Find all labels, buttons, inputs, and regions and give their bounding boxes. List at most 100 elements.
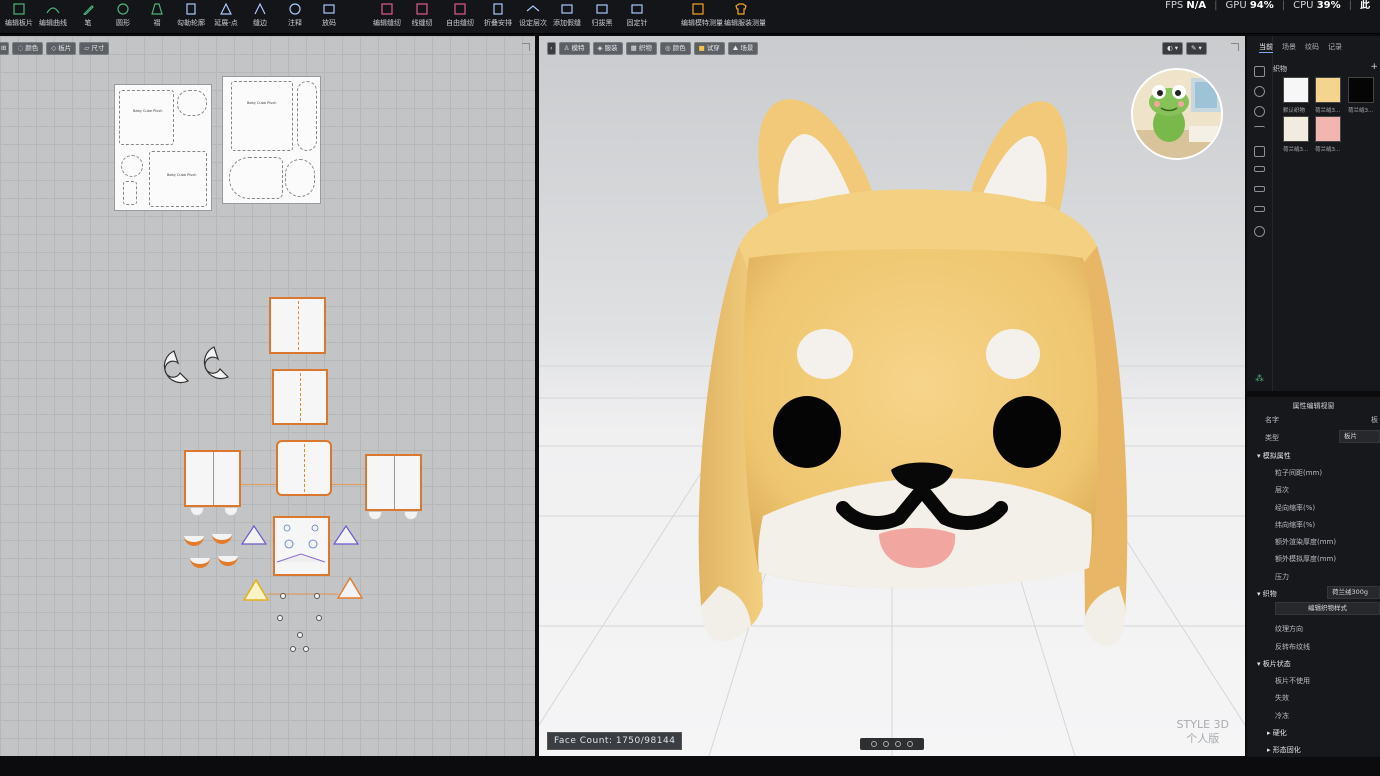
- binding-icon[interactable]: [1254, 186, 1265, 192]
- graphic-icon[interactable]: [1254, 206, 1265, 212]
- fabric-icon[interactable]: [1254, 86, 1265, 97]
- zipper-icon[interactable]: [1254, 166, 1265, 172]
- reference-sheet-2[interactable]: Baby Cube Plush: [222, 76, 321, 204]
- garment-3d-view[interactable]: ‹ ♙ 模特 ◈ 服装 ▦ 织物 ◎ 颜色 ■ 试穿 ⛰ 场景 ◐ ▾ ✎ ▾: [539, 36, 1245, 756]
- leg-piece-4[interactable]: [404, 511, 418, 520]
- pattern-node[interactable]: [280, 593, 286, 599]
- pattern-node[interactable]: [314, 593, 320, 599]
- pattern-2d-view[interactable]: ⊞ ◌ 颜色 ◇ 板片 ▱ 尺寸 Baby Cube Plush Baby Cu…: [0, 36, 537, 756]
- tree-icon[interactable]: ⁂: [1255, 374, 1264, 384]
- tool-grading-button[interactable]: 放码: [312, 2, 346, 32]
- sim-section-header[interactable]: ▾ 模拟属性: [1257, 451, 1291, 461]
- tool-edit-pattern-button[interactable]: 编辑板片: [2, 2, 36, 32]
- fabric-swatch-black[interactable]: [1348, 77, 1374, 103]
- small-triangle-pieces[interactable]: [240, 524, 370, 614]
- tool-shrink-button[interactable]: 归拔黑: [585, 2, 619, 32]
- shape-harden-section-header[interactable]: ▸ 形态固化: [1267, 745, 1301, 755]
- view3d-scene-button[interactable]: ⛰ 场景: [727, 42, 759, 55]
- shiba-cube-plush-model[interactable]: [679, 86, 1139, 656]
- tool-edit-sewing-button[interactable]: 编辑缝纫: [370, 2, 404, 32]
- tab-history[interactable]: 记录: [1328, 42, 1342, 53]
- user-avatar[interactable]: [1131, 68, 1223, 160]
- tab-scene[interactable]: 场景: [1282, 42, 1296, 53]
- view3d-menu-button[interactable]: ‹: [547, 42, 556, 55]
- view3d-garment-button[interactable]: ◈ 服装: [592, 42, 623, 55]
- type-select[interactable]: 板片: [1339, 430, 1380, 443]
- view3d-fabric-button[interactable]: ▦ 织物: [625, 42, 657, 55]
- pattern-node[interactable]: [297, 632, 303, 638]
- pattern-state-section-header[interactable]: ▾ 板片状态: [1257, 659, 1291, 669]
- play-dot-icon[interactable]: [907, 741, 913, 747]
- play-dot-icon[interactable]: [883, 741, 889, 747]
- trim-icon[interactable]: [1254, 146, 1265, 157]
- tool-edit-garment-measure-button[interactable]: 编辑服装测量: [724, 2, 766, 32]
- tool-add-tack-button[interactable]: 添加假缝: [550, 2, 584, 32]
- reference-sheet-1[interactable]: Baby Cube Plush Baby Cube Plush: [114, 84, 212, 211]
- pattern-node[interactable]: [303, 646, 309, 652]
- tool-circle-button[interactable]: 圆形: [106, 2, 140, 32]
- tab-current[interactable]: 当前: [1259, 42, 1273, 53]
- fabric-swatch-pink[interactable]: [1315, 116, 1341, 142]
- disable-label[interactable]: 失效: [1275, 693, 1289, 703]
- view2d-color-button[interactable]: ◌ 颜色: [12, 42, 44, 55]
- tab-grading[interactable]: 纹码: [1305, 42, 1319, 53]
- paw-piece-1[interactable]: [184, 536, 204, 546]
- tool-pen-button[interactable]: 笔: [71, 2, 105, 32]
- pattern-piece-top[interactable]: [269, 297, 326, 354]
- freeze-label[interactable]: 冷冻: [1275, 711, 1289, 721]
- camera-mode-button[interactable]: ◐ ▾: [1162, 42, 1184, 55]
- topstitch-icon[interactable]: [1254, 126, 1265, 137]
- paw-piece-4[interactable]: [218, 556, 238, 566]
- button-icon[interactable]: [1254, 106, 1265, 117]
- pattern-node[interactable]: [316, 615, 322, 621]
- pattern-piece-left-side[interactable]: [184, 450, 241, 507]
- view3d-avatar-button[interactable]: ♙ 模特: [558, 42, 590, 55]
- view2d-pattern-button[interactable]: ◇ 板片: [46, 42, 77, 55]
- edit-fabric-style-button[interactable]: 编辑织物样式: [1275, 602, 1380, 615]
- leg-piece-3[interactable]: [368, 511, 382, 520]
- tool-pleat-button[interactable]: 褶: [140, 2, 174, 32]
- paw-piece-3[interactable]: [190, 558, 210, 568]
- tool-seam-allowance-button[interactable]: 缝边: [243, 2, 277, 32]
- fabric-select[interactable]: 荷兰绒300g: [1327, 586, 1380, 599]
- view3d-color-button[interactable]: ◎ 颜色: [659, 42, 691, 55]
- pattern-node[interactable]: [277, 615, 283, 621]
- fabric-swatch-default[interactable]: [1283, 77, 1309, 103]
- view3d-tryon-button[interactable]: ■ 试穿: [693, 42, 725, 55]
- pattern-piece-right-side[interactable]: [365, 454, 422, 511]
- tool-line-sewing-button[interactable]: 线缝纫: [405, 2, 439, 32]
- tool-trace-outline-button[interactable]: 勾勒轮廓: [174, 2, 208, 32]
- fabric-swatch-cream[interactable]: [1283, 116, 1309, 142]
- paw-piece-2[interactable]: [212, 534, 232, 544]
- tool-fold-arrange-button[interactable]: 折叠安排: [481, 2, 515, 32]
- fabric-section-header[interactable]: ▾ 织物: [1257, 589, 1277, 599]
- pattern-node[interactable]: [290, 646, 296, 652]
- harden-section-header[interactable]: ▸ 硬化: [1267, 728, 1287, 738]
- tool-edit-avatar-measure-button[interactable]: 编辑模特测量: [681, 2, 723, 32]
- play-dot-icon[interactable]: [871, 741, 877, 747]
- tool-set-layer-button[interactable]: 设定层次: [516, 2, 550, 32]
- fabric-swatch-yellow[interactable]: [1315, 77, 1341, 103]
- pattern-piece-back[interactable]: [272, 369, 328, 425]
- play-dot-icon[interactable]: [895, 741, 901, 747]
- ear-pattern-pieces[interactable]: [156, 343, 236, 393]
- view2d-show-button[interactable]: ⊞: [0, 42, 10, 55]
- add-fabric-button[interactable]: +: [1370, 62, 1378, 72]
- tool-pin-button[interactable]: 固定针: [620, 2, 654, 32]
- brush-mode-button[interactable]: ✎ ▾: [1186, 42, 1207, 55]
- tool-edit-curve-button[interactable]: 编辑曲线: [36, 2, 70, 32]
- view2d-size-button[interactable]: ▱ 尺寸: [79, 42, 110, 55]
- leg-piece-1[interactable]: [190, 507, 204, 516]
- object-browser-icon[interactable]: [1254, 66, 1265, 77]
- expand-icon[interactable]: [522, 43, 530, 51]
- pattern-piece-front[interactable]: [276, 440, 332, 496]
- tool-annotation-button[interactable]: 注释: [278, 2, 312, 32]
- name-value[interactable]: 板: [1371, 415, 1378, 425]
- expand-icon[interactable]: [1231, 43, 1239, 51]
- leg-piece-2[interactable]: [224, 507, 238, 516]
- tool-extend-point-button[interactable]: 延展-点: [209, 2, 243, 32]
- avatar-icon[interactable]: [1254, 226, 1265, 237]
- simulation-playbar[interactable]: [860, 738, 924, 750]
- tool-free-sewing-button[interactable]: 自由缝纫: [443, 2, 477, 32]
- deactivate-label[interactable]: 板片不使用: [1275, 676, 1310, 686]
